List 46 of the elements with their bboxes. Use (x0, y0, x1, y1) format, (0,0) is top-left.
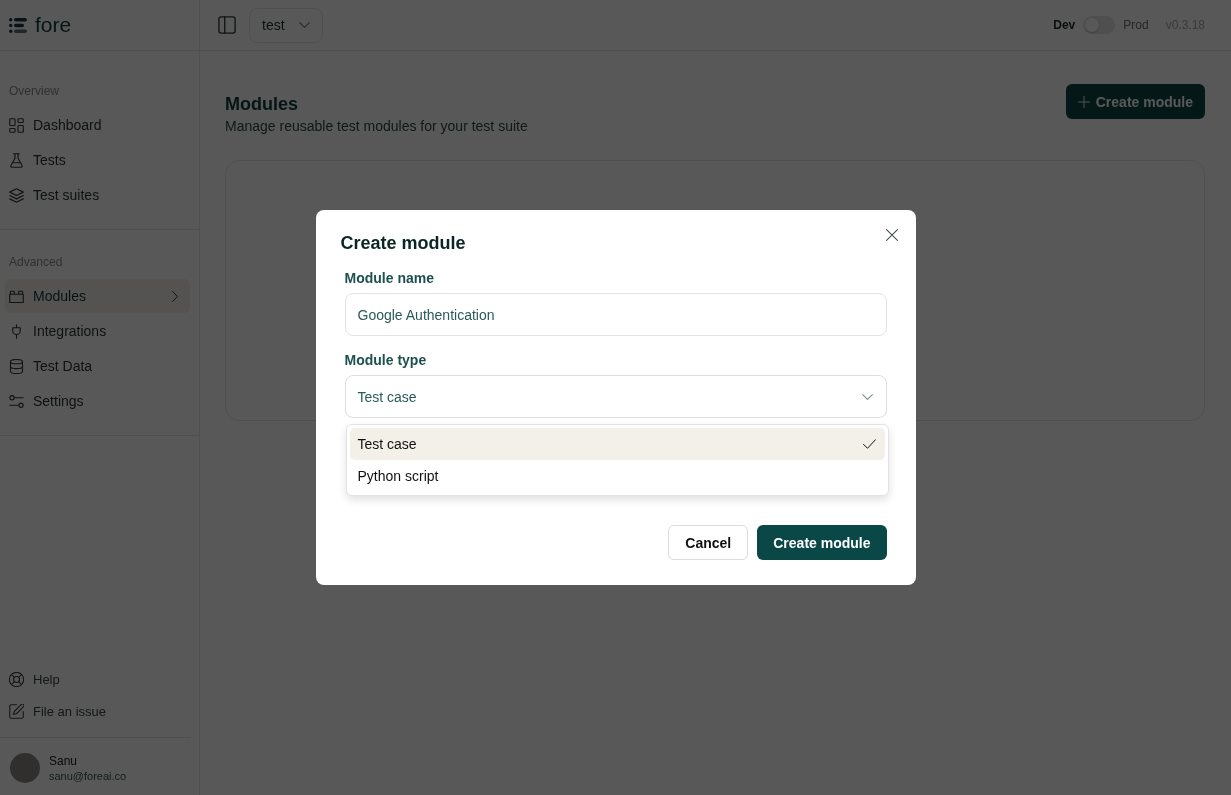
sidebar-panel-icon (218, 16, 236, 34)
box-icon (9, 288, 24, 304)
nav-item[interactable]: Modules (5, 279, 190, 313)
nav-item[interactable]: Integrations (5, 314, 190, 348)
footer-link[interactable]: Help (0, 663, 191, 695)
create-module-button[interactable]: Create module (757, 525, 887, 560)
field-label: Module type (344, 351, 428, 370)
nav-item[interactable]: Dashboard (5, 108, 190, 142)
chevron-down-icon (861, 393, 873, 400)
field-label: Module name (344, 269, 435, 288)
chevron-down-icon (299, 22, 310, 28)
page-title: Modules (225, 93, 299, 115)
select-field[interactable]: Test case (344, 375, 887, 418)
project-select[interactable]: test (249, 7, 323, 43)
close-button[interactable] (885, 229, 898, 241)
pencil-square-icon (9, 703, 24, 719)
cancel-button[interactable]: Cancel (668, 525, 749, 560)
page-subtitle: Manage reusable test modules for your test suite (225, 117, 528, 135)
create-module-button[interactable]: Create module (1065, 84, 1205, 119)
dialog-title: Create module (340, 232, 467, 254)
lifebuoy-icon (9, 671, 24, 687)
dropdown-option[interactable]: Test case (349, 428, 885, 460)
nav-item[interactable]: Test suites (5, 178, 190, 212)
text-input[interactable]: Google Authentication (344, 293, 887, 336)
sidebar-toggle-button[interactable] (218, 16, 236, 34)
close-icon (885, 229, 898, 241)
logo-text: fore (35, 13, 72, 37)
nav-item[interactable]: Settings (5, 384, 190, 418)
user-email: sanu@foreai.co (49, 768, 127, 783)
nav-item[interactable]: Test Data (5, 349, 190, 383)
flask-icon (9, 152, 24, 168)
check-icon (862, 439, 876, 449)
layers-icon (9, 187, 24, 203)
dropdown-option[interactable]: Python script (349, 460, 885, 492)
logo-icon (9, 17, 27, 33)
plus-icon (1077, 95, 1090, 108)
footer-link[interactable]: File an issue (0, 695, 191, 727)
user-name: Sanu (49, 753, 79, 769)
dashboard-icon (9, 117, 24, 133)
database-icon (9, 358, 24, 374)
environment-label: Dev (1053, 18, 1076, 32)
avatar-icon (10, 753, 40, 783)
plug-icon (9, 323, 24, 339)
chevron-right-icon (172, 290, 178, 302)
nav-item[interactable]: Tests (5, 143, 190, 177)
sliders-icon (9, 393, 24, 409)
